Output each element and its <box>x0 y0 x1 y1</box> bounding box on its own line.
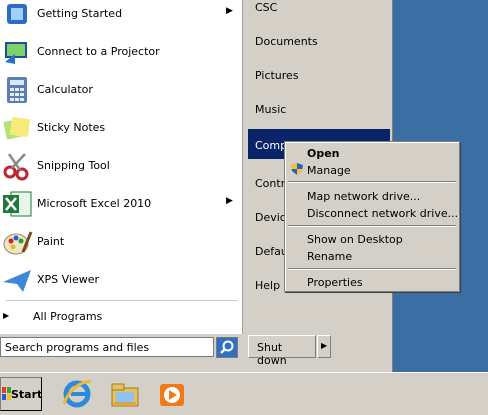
place-csc[interactable]: CSC <box>248 0 390 19</box>
place-music[interactable]: Music <box>248 97 390 121</box>
submenu-arrow-icon: ▶ <box>226 196 233 206</box>
menu-item-open[interactable]: Open <box>287 144 457 161</box>
menu-separator <box>288 225 456 227</box>
programs-separator <box>6 300 238 301</box>
program-getting-started[interactable]: Getting Started ▶ <box>0 0 242 33</box>
menu-separator <box>288 268 456 270</box>
place-pictures[interactable]: Pictures <box>248 63 390 87</box>
program-snipping-tool[interactable]: Snipping Tool <box>0 147 242 185</box>
chevron-right-icon: ▶ <box>321 341 328 350</box>
menu-item-map-network-drive[interactable]: Map network drive... <box>287 187 457 204</box>
menu-item-properties[interactable]: Properties <box>287 273 457 290</box>
menu-item-rename[interactable]: Rename <box>287 247 457 264</box>
snipping-tool-icon <box>3 153 29 181</box>
media-player-icon[interactable] <box>156 376 190 412</box>
projector-icon <box>5 42 27 64</box>
expand-arrow-icon: ▶ <box>3 311 10 320</box>
sticky-notes-icon <box>3 116 31 140</box>
submenu-arrow-icon: ▶ <box>226 6 233 16</box>
calculator-icon <box>7 77 27 103</box>
all-programs-button[interactable]: ▶ All Programs <box>0 306 242 328</box>
program-paint[interactable]: Paint <box>0 223 242 261</box>
program-sticky-notes[interactable]: Sticky Notes <box>0 109 242 147</box>
program-excel[interactable]: Microsoft Excel 2010 ▶ <box>0 185 242 223</box>
getting-started-icon <box>7 4 27 24</box>
search-box[interactable] <box>0 337 214 357</box>
start-button[interactable]: Start <box>0 377 42 411</box>
search-input[interactable] <box>1 339 205 355</box>
program-calculator[interactable]: Calculator <box>0 71 242 109</box>
menu-item-disconnect-network-drive[interactable]: Disconnect network drive... <box>287 204 458 221</box>
xps-viewer-icon <box>3 270 31 292</box>
paint-icon <box>3 231 33 255</box>
excel-icon <box>3 191 32 217</box>
windows-explorer-icon[interactable] <box>108 376 142 412</box>
menu-item-manage[interactable]: Manage <box>287 161 457 178</box>
taskbar: Start <box>0 372 488 415</box>
program-xps-viewer[interactable]: XPS Viewer <box>0 261 242 299</box>
search-icon <box>217 338 237 357</box>
search-button[interactable] <box>216 337 238 358</box>
shutdown-button[interactable]: Shut down <box>248 335 316 367</box>
menu-item-show-on-desktop[interactable]: Show on Desktop <box>287 230 457 247</box>
shutdown-options-button[interactable]: ▶ <box>317 335 331 358</box>
programs-pane: Getting Started ▶ Connect to a Projector… <box>0 0 243 334</box>
uac-shield-icon <box>291 163 303 175</box>
internet-explorer-icon[interactable] <box>60 376 94 412</box>
place-documents[interactable]: Documents <box>248 29 390 53</box>
context-menu: Open Manage Map network drive... Disconn… <box>284 141 460 292</box>
menu-separator <box>288 181 456 183</box>
program-connect-projector[interactable]: Connect to a Projector <box>0 33 242 71</box>
